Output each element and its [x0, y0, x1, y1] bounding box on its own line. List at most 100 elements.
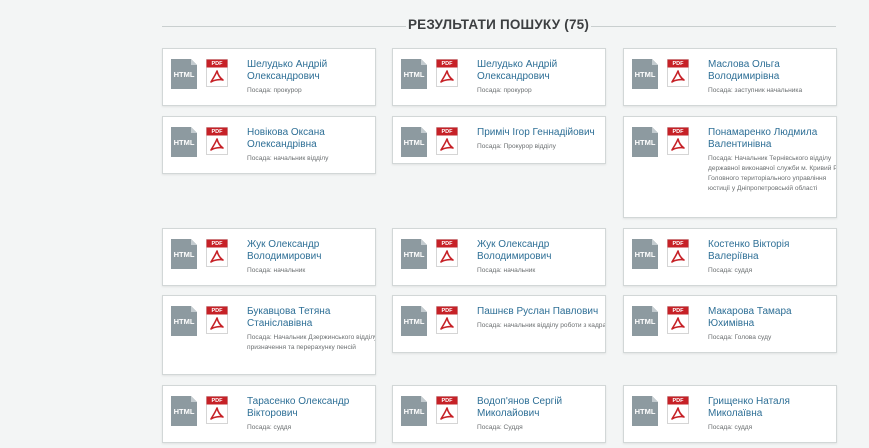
html-icon-label: HTML: [634, 138, 656, 147]
person-position: Посада: начальник відділу роботи з кадра…: [477, 322, 606, 329]
person-position: Посада: Начальник Дзержинського відділу …: [247, 334, 376, 351]
html-download-icon[interactable]: HTML: [401, 127, 427, 157]
heading-divider-right: [591, 26, 836, 27]
pdf-icon-label: PDF: [211, 240, 223, 247]
html-download-icon[interactable]: HTML: [171, 239, 197, 269]
result-card[interactable]: HTML PDF Водоп'янов Сергій Миколайович Поса…: [392, 385, 606, 443]
person-name-link[interactable]: Понамаренко Людмила Валентинівна: [708, 127, 836, 151]
pdf-icon-label: PDF: [672, 307, 684, 314]
html-download-icon[interactable]: HTML: [171, 396, 197, 426]
result-card[interactable]: HTML PDF Приміч Ігор Геннадійович Посада: П…: [392, 116, 606, 164]
html-download-icon[interactable]: HTML: [632, 127, 658, 157]
pdf-download-icon[interactable]: PDF: [436, 127, 458, 155]
html-download-icon[interactable]: HTML: [632, 239, 658, 269]
pdf-icon-label: PDF: [441, 128, 453, 135]
result-card[interactable]: HTML PDF Тарасенко Олександр Вікторович Пос…: [162, 385, 376, 443]
person-name-link[interactable]: Водоп'янов Сергій Миколайович: [477, 396, 605, 420]
pdf-download-icon[interactable]: PDF: [206, 306, 228, 334]
html-download-icon[interactable]: HTML: [171, 59, 197, 89]
pdf-icon-label: PDF: [672, 397, 684, 404]
pdf-download-icon[interactable]: PDF: [436, 59, 458, 87]
pdf-download-icon[interactable]: PDF: [667, 59, 689, 87]
html-download-icon[interactable]: HTML: [632, 306, 658, 336]
pdf-download-icon[interactable]: PDF: [436, 306, 458, 334]
result-card[interactable]: HTML PDF Букавцова Тетяна Станіславівна Пос…: [162, 295, 376, 375]
html-icon-label: HTML: [634, 407, 656, 416]
result-card[interactable]: HTML PDF Жук Олександр Володимирович Посада…: [392, 228, 606, 286]
html-icon-label: HTML: [173, 70, 195, 79]
html-download-icon[interactable]: HTML: [171, 306, 197, 336]
result-card[interactable]: HTML PDF Макарова Тамара Юхимівна Посада: Г…: [623, 295, 837, 353]
html-icon-label: HTML: [403, 250, 425, 259]
person-name-link[interactable]: Макарова Тамара Юхимівна: [708, 306, 836, 330]
heading-divider-left: [162, 26, 406, 27]
person-position: Посада: заступник начальника: [708, 87, 803, 94]
result-card[interactable]: HTML PDF Понамаренко Людмила Валентинівна П…: [623, 116, 837, 218]
person-position: Посада: суддя: [708, 267, 753, 274]
pdf-download-icon[interactable]: PDF: [667, 396, 689, 424]
person-name-link[interactable]: Жук Олександр Володимирович: [477, 239, 605, 263]
result-card[interactable]: HTML PDF Грищенко Наталя Миколаївна Посада:…: [623, 385, 837, 443]
pdf-icon-label: PDF: [211, 60, 223, 67]
pdf-icon-label: PDF: [441, 397, 453, 404]
person-name-link[interactable]: Грищенко Наталя Миколаївна: [708, 396, 836, 420]
html-icon-label: HTML: [173, 407, 195, 416]
person-position: Посада: прокурор: [477, 87, 532, 94]
person-position: Посада: Суддя: [477, 424, 523, 431]
person-name-link[interactable]: Новікова Оксана Олександрівна: [247, 127, 375, 151]
html-icon-label: HTML: [403, 317, 425, 326]
person-position: Посада: суддя: [708, 424, 753, 431]
html-icon-label: HTML: [634, 250, 656, 259]
result-card[interactable]: HTML PDF Костенко Вікторія Валеріївна Посад…: [623, 228, 837, 286]
pdf-icon-label: PDF: [211, 397, 223, 404]
pdf-download-icon[interactable]: PDF: [436, 239, 458, 267]
pdf-download-icon[interactable]: PDF: [667, 306, 689, 334]
person-name-link[interactable]: Приміч Ігор Геннадійович: [477, 127, 605, 139]
html-download-icon[interactable]: HTML: [171, 127, 197, 157]
html-icon-label: HTML: [173, 250, 195, 259]
result-card[interactable]: HTML PDF Пашнєв Руслан Павлович Посада: нач…: [392, 295, 606, 353]
person-name-link[interactable]: Шелудько Андрій Олександрович: [247, 59, 375, 83]
html-icon-label: HTML: [634, 70, 656, 79]
html-download-icon[interactable]: HTML: [401, 239, 427, 269]
pdf-download-icon[interactable]: PDF: [667, 239, 689, 267]
html-icon-label: HTML: [403, 70, 425, 79]
person-position: Посада: прокурор: [247, 87, 302, 94]
person-name-link[interactable]: Маслова Ольга Володимирівна: [708, 59, 836, 83]
html-icon-label: HTML: [403, 138, 425, 147]
pdf-download-icon[interactable]: PDF: [206, 396, 228, 424]
html-download-icon[interactable]: HTML: [632, 396, 658, 426]
person-name-link[interactable]: Букавцова Тетяна Станіславівна: [247, 306, 375, 330]
pdf-icon-label: PDF: [441, 240, 453, 247]
html-icon-label: HTML: [173, 138, 195, 147]
pdf-icon-label: PDF: [672, 128, 684, 135]
results-heading: РЕЗУЛЬТАТИ ПОШУКУ (75): [162, 17, 836, 39]
result-card[interactable]: HTML PDF Шелудько Андрій Олександрович Поса…: [162, 48, 376, 106]
person-position: Посада: Начальник Тернівського відділу д…: [708, 155, 837, 192]
pdf-icon-label: PDF: [672, 240, 684, 247]
html-icon-label: HTML: [403, 407, 425, 416]
result-card[interactable]: HTML PDF Шелудько Андрій Олександрович Поса…: [392, 48, 606, 106]
person-name-link[interactable]: Шелудько Андрій Олександрович: [477, 59, 605, 83]
pdf-download-icon[interactable]: PDF: [206, 59, 228, 87]
html-download-icon[interactable]: HTML: [401, 59, 427, 89]
html-download-icon[interactable]: HTML: [401, 396, 427, 426]
pdf-download-icon[interactable]: PDF: [667, 127, 689, 155]
result-card[interactable]: HTML PDF Маслова Ольга Володимирівна Посада…: [623, 48, 837, 106]
person-name-link[interactable]: Пашнєв Руслан Павлович: [477, 306, 605, 318]
pdf-download-icon[interactable]: PDF: [206, 127, 228, 155]
pdf-download-icon[interactable]: PDF: [436, 396, 458, 424]
html-icon-label: HTML: [173, 317, 195, 326]
pdf-icon-label: PDF: [211, 128, 223, 135]
person-name-link[interactable]: Жук Олександр Володимирович: [247, 239, 375, 263]
person-position: Посада: Прокурор відділу: [477, 143, 556, 150]
pdf-download-icon[interactable]: PDF: [206, 239, 228, 267]
html-download-icon[interactable]: HTML: [632, 59, 658, 89]
html-download-icon[interactable]: HTML: [401, 306, 427, 336]
result-card[interactable]: HTML PDF Новікова Оксана Олександрівна Поса…: [162, 116, 376, 174]
person-name-link[interactable]: Тарасенко Олександр Вікторович: [247, 396, 375, 420]
person-name-link[interactable]: Костенко Вікторія Валеріївна: [708, 239, 836, 263]
pdf-icon-label: PDF: [441, 60, 453, 67]
result-card[interactable]: HTML PDF Жук Олександр Володимирович Посада…: [162, 228, 376, 286]
person-position: Посада: Голова суду: [708, 334, 772, 341]
